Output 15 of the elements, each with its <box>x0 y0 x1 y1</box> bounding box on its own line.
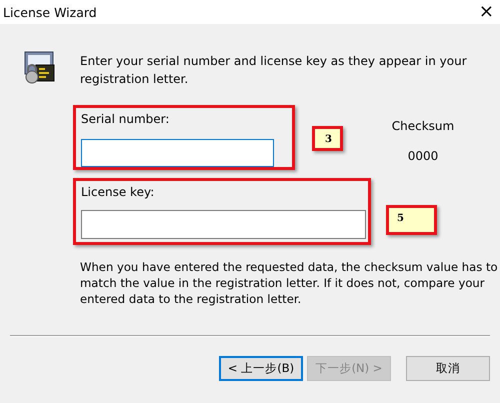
wizard-button[interactable]: 取消 <box>406 356 490 381</box>
field-label: Serial number: <box>81 112 170 128</box>
close-button[interactable]: × <box>472 2 500 22</box>
input-field[interactable] <box>81 210 366 239</box>
window-title: License Wizard <box>3 4 97 20</box>
intro-text: Enter your serial number and license key as they appear in your registration letter. <box>80 53 468 88</box>
callout-badge: 5 <box>386 205 437 235</box>
info-text: When you have entered the requested data, the checksum value has to match the value in the registration letter. If it does not, compare your entered data to the registration letter. <box>80 259 499 307</box>
callout-badge: 3 <box>312 126 343 151</box>
checksum-label: Checksum <box>392 119 454 133</box>
wizard-button[interactable]: < 上一步(B) <box>219 356 303 381</box>
field-label: License key: <box>81 185 156 201</box>
checksum-value: 0000 <box>408 149 438 163</box>
computer-lock-icon <box>22 51 56 85</box>
input-field[interactable] <box>81 138 274 167</box>
